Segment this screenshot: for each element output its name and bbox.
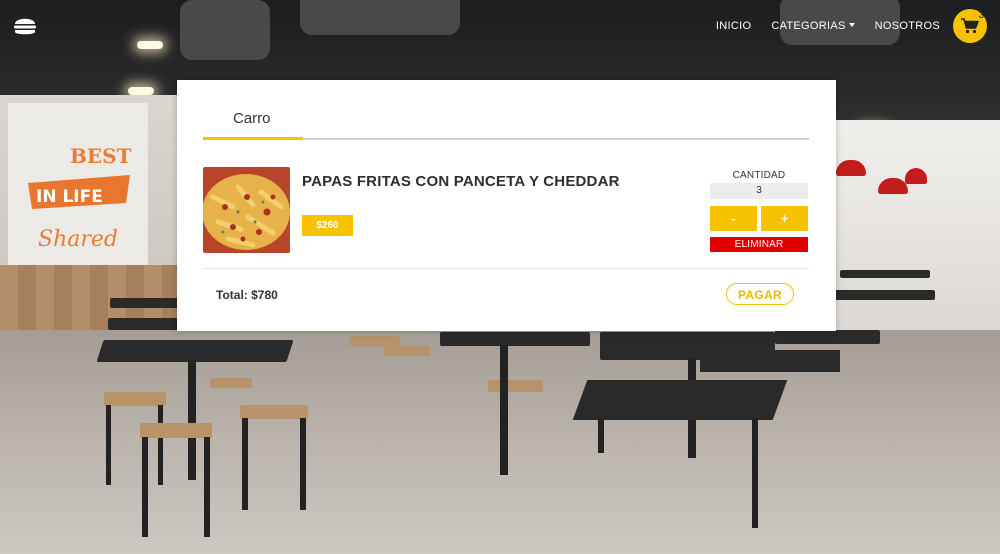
svg-text:IN LIFE: IN LIFE [36, 187, 103, 207]
nav-nosotros[interactable]: NOSOTROS [875, 20, 940, 32]
stool-leg [106, 405, 111, 485]
price-badge: $260 [302, 215, 353, 236]
remove-item-button[interactable]: ELIMINAR [710, 237, 808, 252]
main-nav: INICIO CATEGORIAS NOSOTROS [716, 20, 940, 32]
table [108, 318, 178, 330]
tab-carro[interactable]: Carro [203, 110, 303, 140]
stool-leg [242, 418, 248, 510]
wall-poster: BEST IN LIFE Shared [8, 103, 148, 273]
stool [140, 423, 212, 438]
pendant-lamp [878, 178, 908, 194]
chair [384, 346, 430, 356]
stool [104, 392, 166, 406]
bench-leg [598, 418, 604, 453]
nav-inicio[interactable]: INICIO [716, 20, 751, 32]
stool [240, 405, 308, 419]
stool [210, 378, 252, 388]
quantity-field[interactable]: 3 [710, 183, 808, 199]
pendant-lamp [836, 160, 866, 176]
modal-tabs: Carro [203, 110, 809, 140]
table [440, 332, 590, 346]
product-name: PAPAS FRITAS CON PANCETA Y CHEDDAR [302, 173, 620, 190]
burger-icon[interactable] [13, 14, 37, 38]
ceiling-duct [180, 0, 270, 60]
ceiling-duct [300, 0, 460, 35]
cart-modal: Carro PAPAS FRITAS CON PANCETA Y CHEDDAR… [177, 80, 836, 331]
decrease-quantity-button[interactable]: - [710, 206, 757, 231]
increase-quantity-button[interactable]: + [761, 206, 808, 231]
stool-leg [300, 418, 306, 510]
product-image [203, 167, 290, 253]
stool-leg [142, 437, 148, 537]
nav-categorias[interactable]: CATEGORIAS [771, 20, 854, 32]
pay-button[interactable]: PAGAR [726, 283, 794, 305]
bench [700, 350, 840, 372]
shopping-cart-icon [961, 18, 979, 34]
bench-leg [752, 418, 758, 528]
stool-leg [158, 405, 163, 485]
cart-count-badge: 3 [978, 10, 984, 21]
cart-total: Total: $780 [216, 288, 278, 302]
ceiling-light [128, 87, 154, 95]
table [840, 270, 930, 278]
svg-text:BEST: BEST [70, 144, 132, 168]
table-leg [500, 345, 508, 475]
pendant-lamp [905, 168, 927, 184]
quantity-label: CANTIDAD [732, 170, 786, 181]
stool-leg [204, 437, 210, 537]
svg-text:Shared: Shared [38, 227, 118, 252]
bench [572, 380, 788, 420]
ceiling-light [137, 41, 163, 49]
chair [350, 336, 400, 346]
table [110, 298, 180, 308]
cart-button[interactable]: 3 [953, 9, 987, 43]
divider [203, 268, 809, 269]
chair [488, 380, 543, 392]
table [96, 340, 294, 362]
table [775, 330, 880, 344]
table [835, 290, 935, 300]
table-leg [188, 360, 196, 480]
